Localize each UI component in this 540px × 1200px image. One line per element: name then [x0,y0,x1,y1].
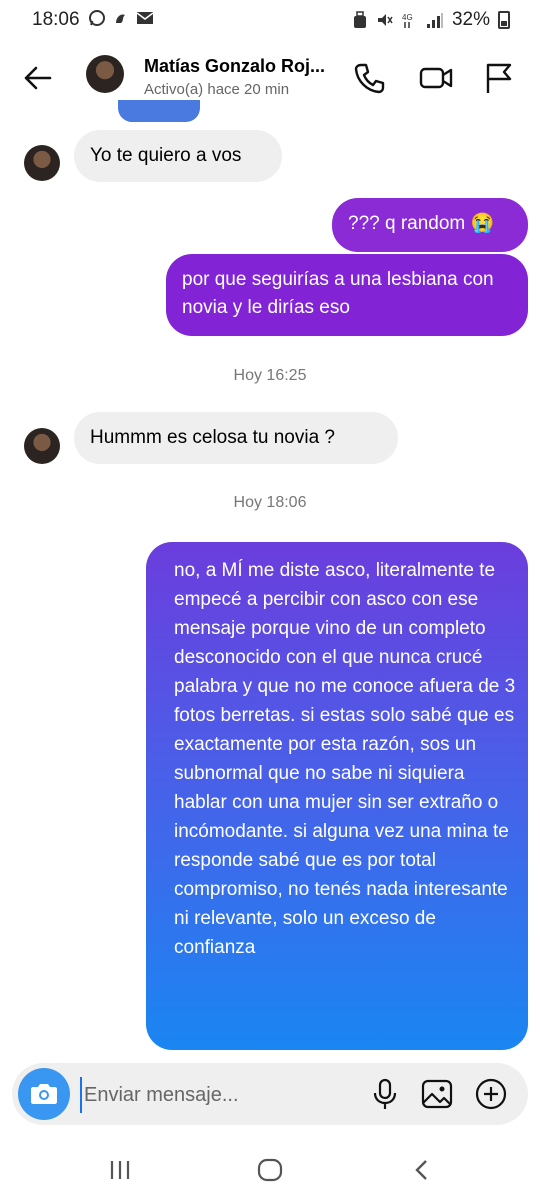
back-arrow-icon[interactable] [20,60,56,96]
incoming-message[interactable]: Yo te quiero a vos [74,130,282,182]
message-text: Yo te quiero a vos [90,145,242,166]
gallery-icon[interactable] [420,1077,454,1111]
camera-button[interactable] [18,1068,70,1120]
phone-call-icon[interactable] [352,60,388,96]
microphone-icon[interactable] [368,1077,402,1111]
sender-avatar [24,145,60,181]
contact-name[interactable]: Matías Gonzalo Roj... [144,56,325,77]
timestamp: Hoy 18:06 [233,494,307,511]
notification-icon [116,14,125,23]
status-bar: 18:06 4G 32% [0,0,540,40]
svg-text:4G: 4G [402,13,413,22]
android-nav-bar [0,1140,540,1200]
incoming-message[interactable]: Hummm es celosa tu novia ? [74,412,398,464]
camera-icon [31,1084,57,1104]
back-nav-icon[interactable] [412,1158,432,1182]
sender-avatar [24,428,60,464]
report-flag-icon[interactable] [480,60,516,96]
4g-icon: 4G [402,13,413,28]
message-composer [12,1063,528,1125]
outgoing-message[interactable]: no, a MÍ me diste asco, literalmente te … [146,542,528,1050]
message-input[interactable] [80,1077,346,1113]
alarm-icon [353,11,366,28]
previous-message-stub [118,100,200,122]
outgoing-message[interactable]: ??? q random 😭 [332,198,528,252]
message-text: por que seguirías a una lesbiana con nov… [182,269,494,318]
outgoing-message[interactable]: por que seguirías a una lesbiana con nov… [166,254,528,336]
add-more-icon[interactable] [474,1077,508,1111]
battery-icon [498,11,510,29]
status-time: 18:06 [32,9,80,30]
battery-percent: 32% [451,9,490,30]
contact-status: Activo(a) hace 20 min [144,81,290,98]
whatsapp-icon [89,10,105,26]
recent-apps-icon[interactable] [108,1158,132,1182]
message-text: no, a MÍ me diste asco, literalmente te … [174,560,516,958]
home-icon[interactable] [257,1158,283,1182]
chat-header: Matías Gonzalo Roj... Activo(a) hace 20 … [0,40,540,118]
mail-icon [136,12,154,24]
signal-icon [426,13,443,28]
contact-avatar[interactable] [86,55,124,93]
mute-icon [377,14,393,26]
message-text: ??? q random 😭 [348,213,495,234]
video-call-icon[interactable] [418,60,454,96]
message-text: Hummm es celosa tu novia ? [90,427,335,448]
timestamp: Hoy 16:25 [233,367,307,384]
